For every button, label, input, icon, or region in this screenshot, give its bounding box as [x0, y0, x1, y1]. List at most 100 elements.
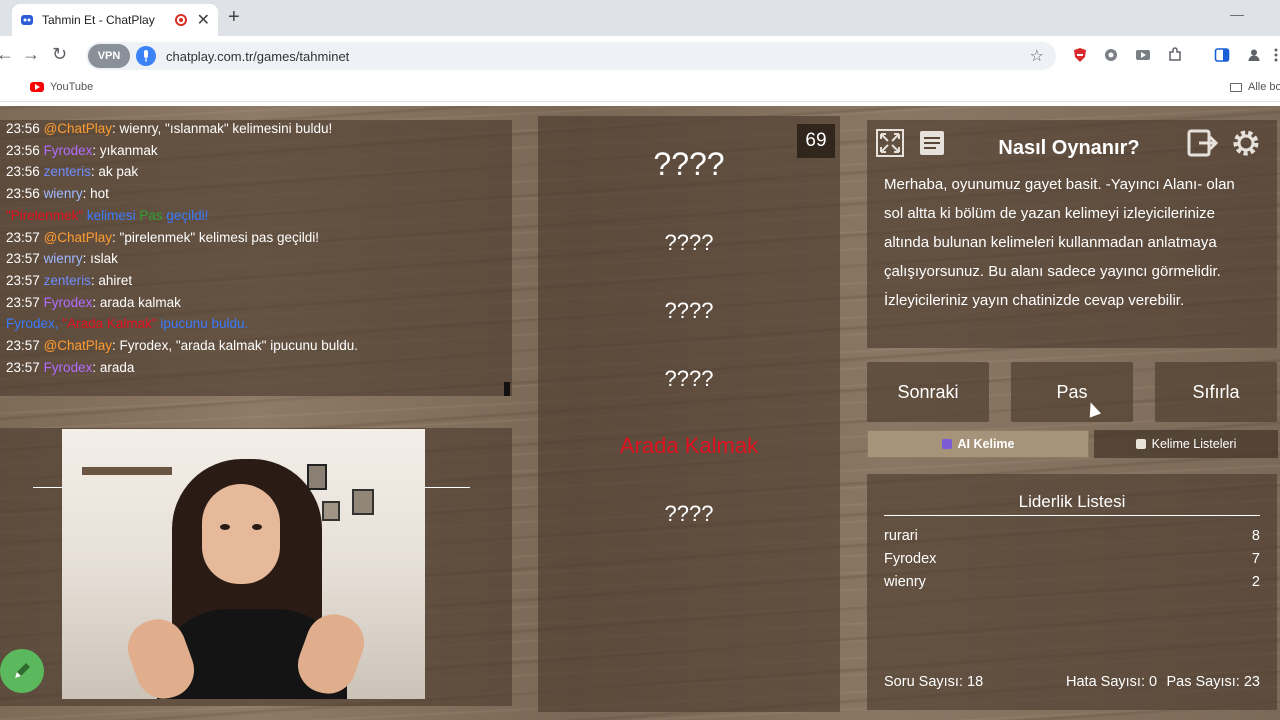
chat-text: : ıslak — [82, 251, 118, 267]
chat-message: 23:57 wienry: ıslak — [6, 251, 118, 266]
player-name: rurari — [884, 528, 918, 544]
gear-extension-icon[interactable] — [1103, 47, 1119, 63]
chat-text: : ahiret — [90, 272, 133, 288]
chat-message: 23:56 @ChatPlay: wienry, "ıslanmak" keli… — [6, 121, 332, 136]
hint-word-2: ???? — [664, 298, 714, 323]
system-pass-notice: "Pirelenmek" kelimesi Pas geçildi! — [6, 208, 208, 223]
chat-username[interactable]: wienry — [44, 251, 83, 266]
vpn-badge[interactable]: VPN — [88, 44, 130, 68]
cam-divider-left — [33, 487, 63, 488]
minimize-window-button[interactable]: — — [1230, 6, 1244, 22]
reload-icon[interactable]: ↻ — [52, 44, 67, 65]
back-icon[interactable]: ← — [0, 44, 14, 65]
chat-username[interactable]: Fyrodex — [44, 295, 93, 310]
bookmark-youtube[interactable]: YouTube — [30, 81, 93, 93]
chat-username[interactable]: @ChatPlay — [44, 338, 112, 353]
leaderboard-row: rurari 8 — [884, 528, 1260, 544]
how-to-play-text: Merhaba, oyunumuz gayet basit. -Yayıncı … — [884, 176, 1235, 309]
word-lists-button[interactable]: Kelime Listeleri — [1094, 430, 1278, 458]
new-tab-button[interactable]: + — [228, 6, 240, 29]
cam-divider-right — [425, 487, 470, 488]
forward-icon[interactable]: → — [22, 44, 40, 65]
word-lists-label: Kelime Listeleri — [1151, 437, 1237, 451]
hint-word-3: ???? — [664, 366, 714, 391]
chat-message: 23:57 Fyrodex: arada kalmak — [6, 295, 181, 310]
robot-icon — [941, 439, 952, 449]
player-score: 7 — [1251, 551, 1260, 567]
tab-chatplay[interactable]: Tahmin Et - ChatPlay ✕ — [12, 4, 218, 36]
bookmark-all-folders[interactable]: Alle bo — [1230, 81, 1280, 93]
shield-extension-icon[interactable] — [1072, 47, 1088, 63]
list-icon — [1135, 439, 1146, 449]
system-notice-part: geçildi! — [162, 207, 209, 223]
chat-time: 23:56 — [6, 142, 40, 158]
reset-button[interactable]: Sıfırla — [1155, 362, 1277, 422]
pencil-edit-button[interactable] — [0, 649, 44, 693]
player-name: wienry — [884, 574, 926, 590]
system-notice-part: kelimesi — [83, 207, 140, 223]
chat-time: 23:56 — [6, 121, 40, 136]
hint-word-1: ???? — [664, 230, 714, 255]
chat-message: 23:57 zenteris: ahiret — [6, 273, 132, 288]
address-bar[interactable]: VPN chatplay.com.tr/games/tahminet ☆ — [86, 42, 1056, 70]
chat-username[interactable]: Fyrodex — [44, 143, 93, 158]
chat-time: 23:57 — [6, 338, 40, 353]
streamer-webcam-image — [62, 429, 425, 699]
close-tab-icon[interactable]: ✕ — [197, 10, 210, 30]
tab-strip: Tahmin Et - ChatPlay ✕ + — — [0, 0, 1280, 36]
chat-scrollbar[interactable] — [504, 382, 510, 396]
error-count: Hata Sayısı: 0 — [1066, 674, 1158, 690]
tab-title: Tahmin Et - ChatPlay — [42, 13, 155, 27]
chat-message: 23:56 zenteris: ak pak — [6, 164, 138, 179]
how-to-play-title: Nasıl Oynanır? — [998, 137, 1140, 159]
chat-time: 23:57 — [6, 272, 40, 288]
leaderboard-title: Liderlik Listesi — [1018, 492, 1126, 511]
main-word: ???? — [653, 146, 725, 182]
video-extension-icon[interactable] — [1135, 47, 1151, 63]
chat-username[interactable]: zenteris — [44, 164, 91, 179]
chat-username[interactable]: @ChatPlay — [44, 121, 112, 136]
bookmark-star-icon[interactable]: ☆ — [1030, 46, 1044, 66]
pass-count: Pas Sayısı: 23 — [1166, 674, 1261, 690]
chat-time: 23:57 — [6, 251, 40, 267]
chat-text: : Fyrodex, "arada kalmak" ipucunu buldu. — [112, 338, 359, 353]
chat-text: : arada kalmak — [92, 294, 181, 310]
pass-button[interactable]: Pas — [1011, 362, 1133, 422]
player-name: Fyrodex — [884, 551, 937, 567]
chat-text: : "pirelenmek" kelimesi pas geçildi! — [112, 229, 319, 245]
puzzle-extension-icon[interactable] — [1167, 47, 1183, 63]
microphone-icon[interactable] — [136, 46, 156, 66]
question-count: Soru Sayısı: 18 — [884, 674, 984, 690]
chat-text: : arada — [92, 359, 135, 375]
recording-icon — [174, 14, 187, 26]
chat-username[interactable]: @ChatPlay — [44, 230, 112, 245]
chat-text: : wienry, "ıslanmak" kelimesini buldu! — [112, 121, 333, 136]
browser-toolbar: ← → ↻ VPN chatplay.com.tr/games/tahminet… — [0, 36, 1280, 76]
chat-username[interactable]: wienry — [44, 186, 83, 201]
next-button[interactable]: Sonraki — [867, 362, 989, 422]
ai-word-label: AI Kelime — [957, 437, 1015, 451]
chat-text: : hot — [82, 186, 109, 202]
system-notice-part: Pas — [139, 207, 163, 223]
ai-word-button[interactable]: AI Kelime — [867, 430, 1089, 458]
menu-icon[interactable] — [1272, 47, 1280, 63]
profile-icon[interactable] — [1246, 47, 1262, 63]
system-notice-part: "Arada Kalmak" — [62, 316, 157, 332]
player-score: 2 — [1251, 574, 1260, 590]
bookmarks-bar: YouTube Alle bo — [0, 76, 1280, 102]
leaderboard-row: Fyrodex 7 — [884, 551, 1260, 567]
chatplay-favicon-icon — [20, 13, 34, 27]
hint-word-5: ???? — [664, 501, 714, 526]
chat-username[interactable]: Fyrodex — [44, 360, 93, 375]
hint-word-found: Arada Kalmak — [619, 433, 759, 458]
chat-message: 23:56 Fyrodex: yıkanmak — [6, 143, 158, 158]
bookmark-youtube-label: YouTube — [50, 81, 94, 93]
leaderboard-row: wienry 2 — [884, 574, 1260, 590]
chat-username[interactable]: zenteris — [44, 273, 91, 288]
system-notice-part: ipucunu buldu. — [156, 316, 249, 332]
chat-message: 23:57 Fyrodex: arada — [6, 360, 134, 375]
word-panel — [538, 116, 840, 712]
url-text[interactable]: chatplay.com.tr/games/tahminet — [166, 49, 1030, 64]
sidebar-icon[interactable] — [1214, 47, 1230, 63]
chat-time: 23:56 — [6, 164, 40, 180]
